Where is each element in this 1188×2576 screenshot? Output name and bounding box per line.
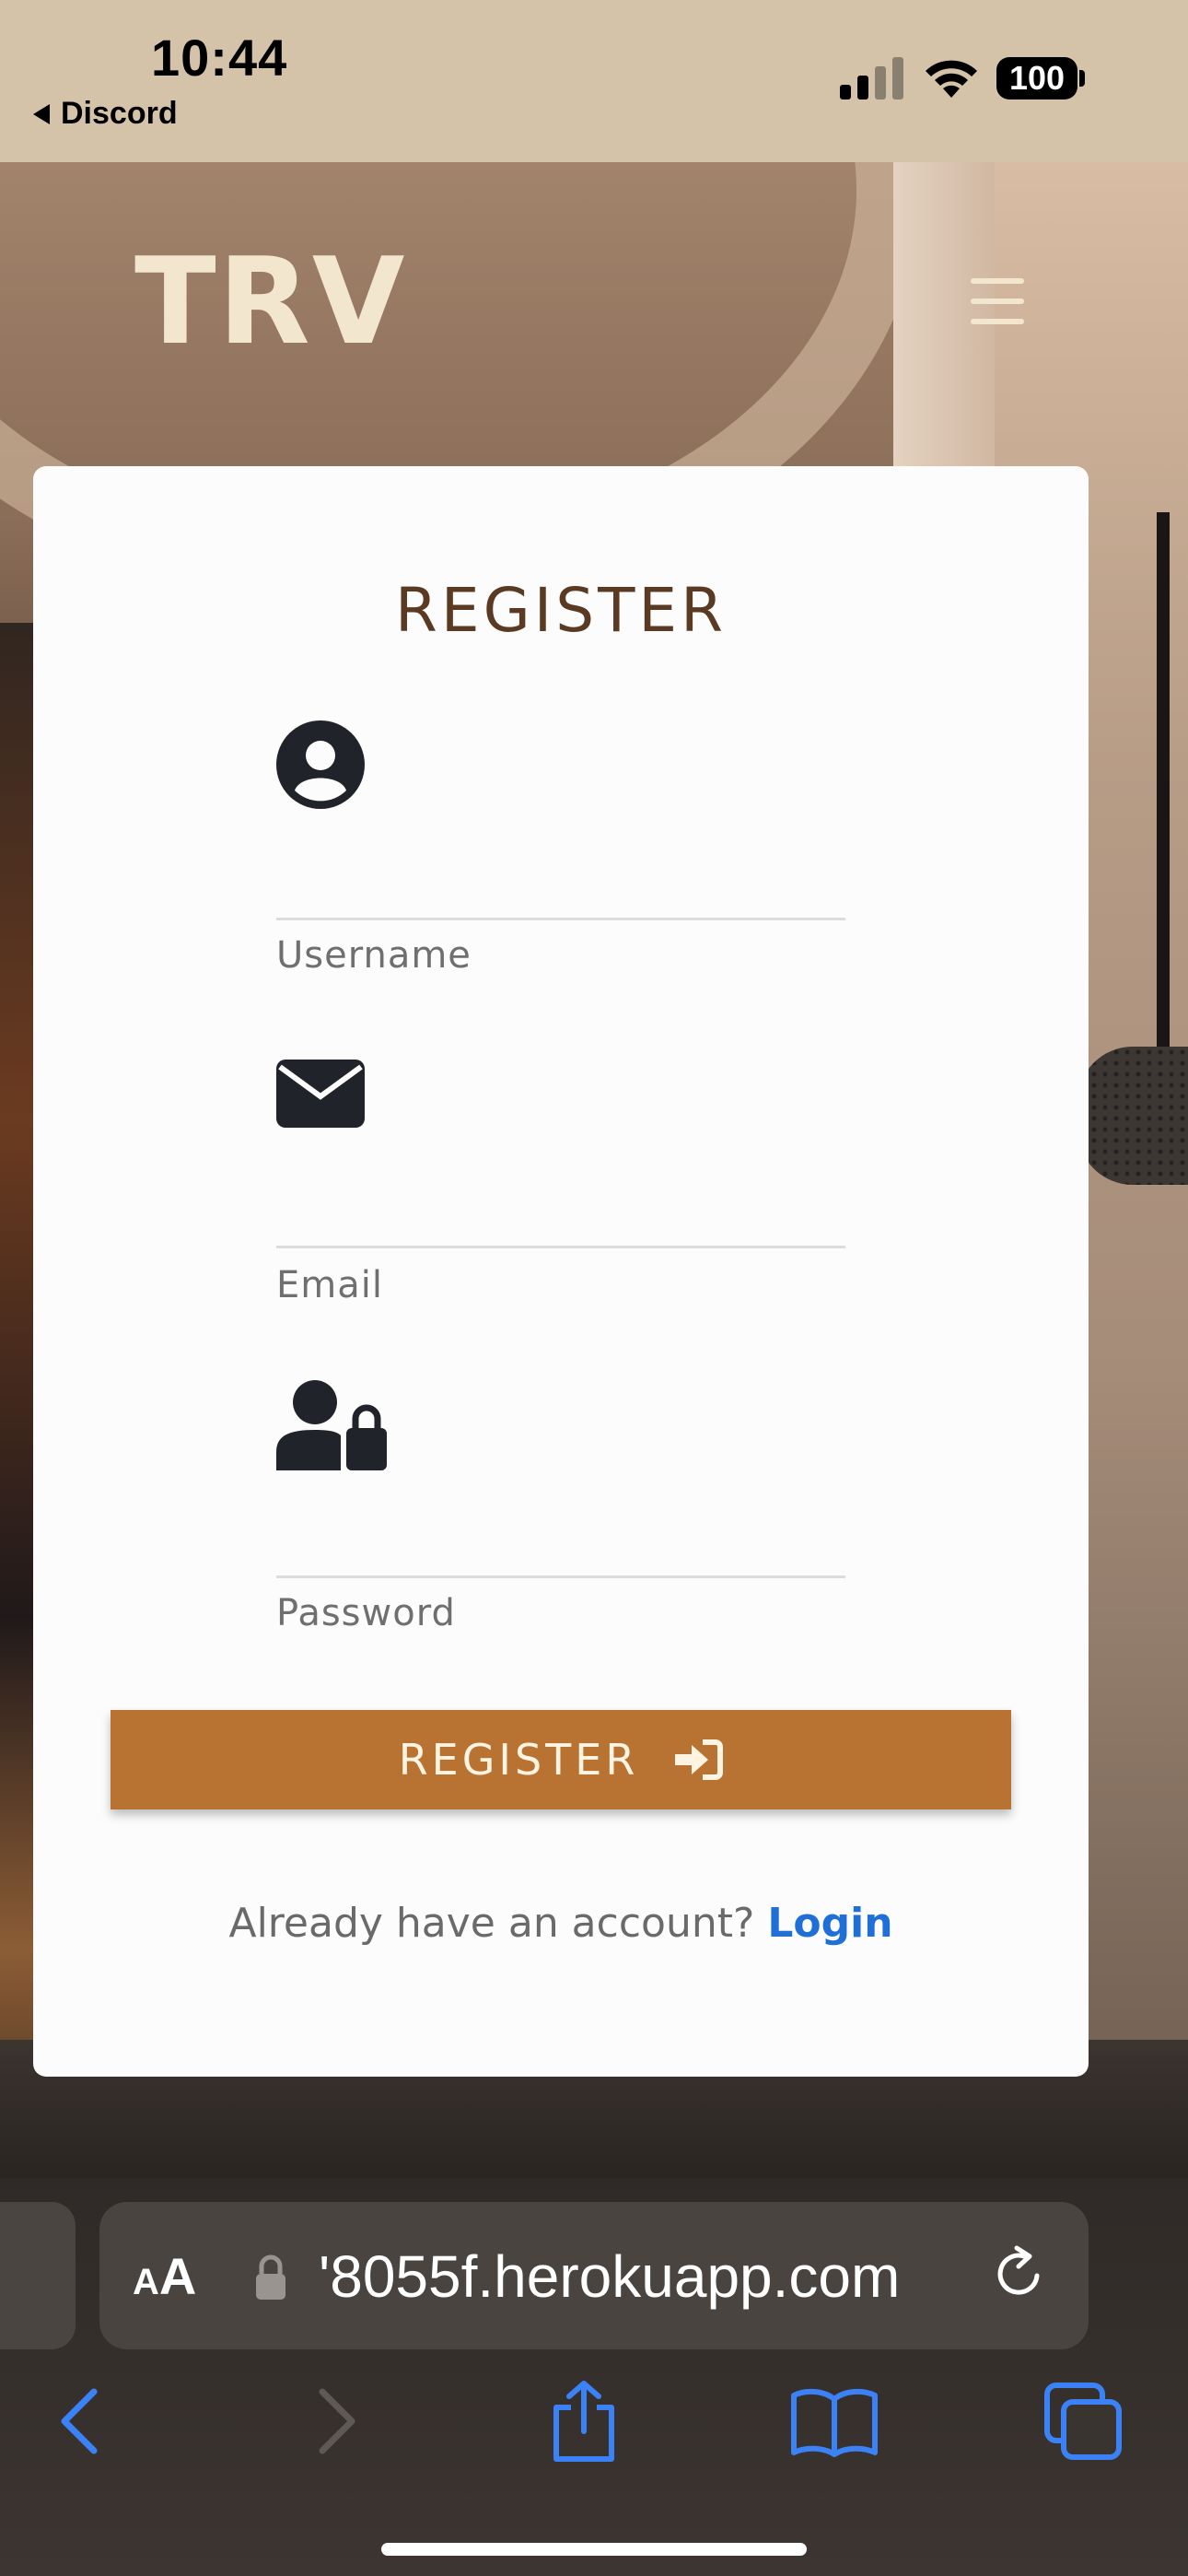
battery-indicator: 100 bbox=[996, 57, 1085, 100]
share-icon[interactable] bbox=[538, 2375, 630, 2467]
previous-tab-peek[interactable] bbox=[0, 2202, 76, 2349]
password-underline bbox=[276, 1575, 845, 1578]
battery-nub bbox=[1079, 70, 1085, 87]
status-bar: 10:44 Discord 100 bbox=[0, 0, 1188, 162]
reload-icon[interactable] bbox=[991, 2244, 1050, 2303]
form-title: REGISTER bbox=[395, 575, 727, 646]
site-logo[interactable]: TRV bbox=[134, 241, 406, 361]
register-button-label: REGISTER bbox=[398, 1735, 639, 1785]
back-to-app-link[interactable]: Discord bbox=[33, 96, 178, 132]
login-prompt-text: Already have an account? bbox=[228, 1900, 755, 1947]
envelope-icon bbox=[276, 1060, 365, 1128]
text-size-button[interactable]: AA bbox=[133, 2246, 196, 2306]
home-indicator[interactable] bbox=[381, 2543, 807, 2556]
register-card: REGISTER Username Email Password REGISTE… bbox=[33, 466, 1089, 2077]
email-underline bbox=[276, 1246, 845, 1248]
cellular-signal-icon bbox=[840, 57, 903, 100]
sign-in-icon bbox=[675, 1739, 724, 1780]
username-label: Username bbox=[276, 934, 472, 977]
email-input[interactable] bbox=[276, 1163, 845, 1236]
tabs-icon[interactable] bbox=[1037, 2375, 1129, 2467]
email-label: Email bbox=[276, 1264, 383, 1306]
login-link[interactable]: Login bbox=[767, 1900, 892, 1947]
browser-chrome: AA '8055f.herokuapp.com bbox=[0, 2178, 1188, 2576]
password-input[interactable] bbox=[276, 1489, 845, 1563]
user-lock-icon bbox=[276, 1380, 387, 1470]
back-app-label: Discord bbox=[61, 96, 178, 131]
back-icon[interactable] bbox=[33, 2375, 125, 2467]
bookmarks-icon[interactable] bbox=[788, 2375, 880, 2467]
battery-level: 100 bbox=[996, 57, 1077, 100]
hamburger-menu-icon[interactable] bbox=[971, 278, 1024, 324]
login-prompt-row: Already have an account? Login bbox=[33, 1900, 1089, 1947]
text-size-small-a: A bbox=[133, 2262, 159, 2302]
password-label: Password bbox=[276, 1592, 456, 1634]
forward-icon[interactable] bbox=[291, 2375, 383, 2467]
status-time: 10:44 bbox=[151, 29, 288, 87]
wifi-icon bbox=[926, 60, 977, 98]
user-circle-icon bbox=[276, 720, 365, 809]
address-bar[interactable]: AA '8055f.herokuapp.com bbox=[99, 2202, 1089, 2349]
url-text: '8055f.herokuapp.com bbox=[319, 2243, 901, 2310]
register-button[interactable]: REGISTER bbox=[111, 1710, 1011, 1809]
lock-icon bbox=[256, 2254, 285, 2300]
username-underline bbox=[276, 918, 845, 920]
back-triangle-icon bbox=[33, 103, 50, 124]
text-size-large-a: A bbox=[158, 2247, 197, 2305]
username-input[interactable] bbox=[276, 824, 845, 897]
